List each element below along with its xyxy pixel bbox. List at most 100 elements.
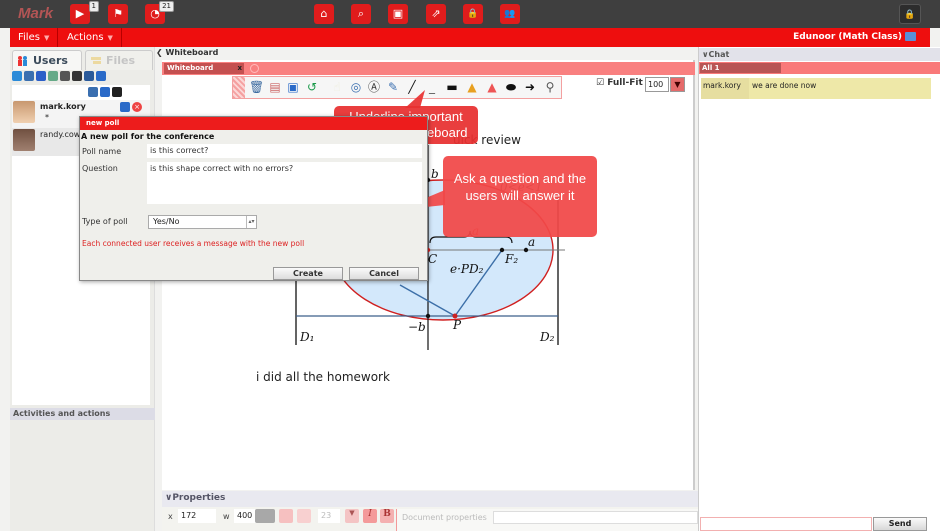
monitor-icon[interactable]	[905, 32, 916, 41]
top-bar: Mark ▶ 1 ⚑ ◔ 21 ⌂ ⌕ ▣ ⇗ 🔒 👥 🔒	[0, 0, 940, 28]
avatar	[13, 129, 35, 151]
toolbar-handle[interactable]	[233, 77, 245, 98]
room-name-label: Edunoor (Math Class)	[793, 32, 902, 42]
padlock-icon: 🔒	[904, 10, 916, 20]
target-icon[interactable]: ◎	[349, 80, 363, 94]
group-button[interactable]: 👥	[500, 4, 520, 24]
tab-users[interactable]: Users	[12, 50, 82, 70]
zoom-input[interactable]: 100	[645, 77, 669, 92]
poll-type-select[interactable]: Yes/No ▴▾	[148, 215, 257, 229]
close-icon[interactable]: x	[237, 63, 242, 74]
mic-blue-icon[interactable]	[96, 71, 106, 81]
whiteboard-panel-title[interactable]: ❮ Whiteboard	[156, 48, 218, 57]
tab-users-label: Users	[33, 54, 68, 67]
undo-icon[interactable]: ↺	[305, 80, 319, 94]
color-swatch[interactable]	[255, 509, 275, 523]
pen-color-icon[interactable]	[279, 509, 293, 523]
chevron-down-icon: ▼	[43, 34, 50, 42]
document-properties: Document properties	[396, 509, 698, 531]
add-tab-icon[interactable]	[250, 64, 259, 73]
app-logo: Mark	[18, 5, 54, 22]
chat-input[interactable]	[700, 517, 872, 531]
remove-user-icon[interactable]: ×	[132, 102, 142, 112]
play-icon: ▶	[75, 7, 85, 20]
trash-icon[interactable]: 🗑	[249, 80, 264, 94]
play-button[interactable]: ▶ 1	[70, 1, 99, 24]
font-size-dropdown-icon[interactable]: ▼	[345, 509, 359, 523]
group-icon: 👥	[504, 9, 516, 19]
font-size-input[interactable]: 23	[318, 509, 340, 523]
document-properties-select[interactable]	[493, 511, 698, 524]
chat-message-user: mark.kory	[701, 78, 749, 99]
shapes-icon[interactable]: ▲	[465, 80, 479, 94]
ellipse-icon[interactable]: ⬬	[504, 80, 518, 94]
chat-message-text: we are done now	[752, 81, 817, 90]
clipart-icon[interactable]: ▲	[485, 80, 499, 94]
italic-button[interactable]: I	[363, 509, 377, 523]
mic-icon[interactable]	[60, 71, 70, 81]
tab-files[interactable]: Files	[85, 50, 153, 70]
bookmark-button[interactable]: ▣	[388, 4, 408, 24]
draw-rights-icon[interactable]	[88, 87, 98, 97]
cancel-button[interactable]: Cancel	[349, 267, 419, 280]
zoom-dropdown-button[interactable]: ▼	[670, 77, 685, 92]
screen-icon[interactable]	[36, 71, 46, 81]
user-tools-row	[12, 71, 152, 85]
lock-button[interactable]: 🔒	[463, 4, 483, 24]
cam-rights-icon[interactable]	[112, 87, 122, 97]
logout-lock-button[interactable]: 🔒	[899, 4, 921, 24]
whiteboard-tab[interactable]: Whiteboard x	[164, 63, 244, 74]
file-icon[interactable]: ▤	[268, 80, 282, 94]
create-button[interactable]: Create	[273, 267, 343, 280]
bookmark-icon: ▣	[392, 7, 404, 20]
rectangle-icon[interactable]: ▬	[445, 80, 459, 94]
add-user-icon[interactable]	[12, 71, 22, 81]
actions-menu[interactable]: Actions ▼	[59, 28, 122, 47]
mic-all-icon[interactable]	[84, 71, 94, 81]
cursor-icon[interactable]	[48, 71, 58, 81]
globe-button[interactable]: ◔ 21	[145, 1, 174, 24]
label-b: b	[431, 167, 439, 181]
share-button[interactable]: ⇗	[426, 4, 446, 24]
x-label: x	[168, 512, 173, 521]
properties-header[interactable]: ∨Properties	[165, 493, 225, 503]
actions-menu-label: Actions	[67, 32, 104, 43]
label-epd2: e·PD₂	[450, 262, 484, 276]
full-fit-toggle[interactable]: ☑ Full-Fit	[596, 78, 643, 88]
flag-button[interactable]: ⚑	[108, 4, 128, 24]
dialog-title[interactable]: new poll	[80, 117, 427, 130]
save-icon[interactable]: ▣	[286, 80, 300, 94]
checkbox-icon[interactable]: ☑	[596, 78, 607, 88]
hand-icon[interactable]: ☝	[330, 80, 344, 94]
pen-icon[interactable]	[24, 71, 34, 81]
pointer-options-icon[interactable]: ⚲	[543, 80, 557, 94]
chat-tab-all[interactable]: All 1	[700, 63, 781, 73]
chevron-down-icon: ▼	[107, 34, 113, 42]
properties-panel: ∨Properties x 172 w 400 23 ▼ I B Documen…	[162, 491, 698, 531]
camera-icon[interactable]	[72, 71, 82, 81]
files-menu[interactable]: Files ▼	[10, 28, 59, 47]
properties-title: Properties	[172, 493, 226, 503]
mic-rights-icon[interactable]	[100, 87, 110, 97]
whiteboard-tab-label: Whiteboard	[167, 64, 214, 72]
whiteboard-text-homework[interactable]: i did all the homework	[256, 370, 390, 384]
question-textarea[interactable]: is this shape correct with no errors?	[147, 162, 422, 204]
chat-header[interactable]: ∨Chat	[699, 48, 940, 61]
arrow-icon[interactable]: ➜	[523, 80, 537, 94]
search-button[interactable]: ⌕	[351, 4, 371, 24]
user-name: mark.kory	[40, 102, 86, 111]
whiteboard-tab-bar: Whiteboard x	[162, 62, 695, 75]
chat-title: Chat	[708, 50, 730, 59]
home-button[interactable]: ⌂	[314, 4, 334, 24]
send-button[interactable]: Send	[873, 517, 927, 531]
point-f2	[499, 247, 505, 253]
x-input[interactable]: 172	[178, 509, 216, 523]
activities-header: Activities and actions	[10, 408, 155, 420]
home-icon: ⌂	[320, 7, 328, 20]
poll-name-input[interactable]: is this correct?	[147, 144, 422, 158]
mic-icon[interactable]	[120, 102, 130, 112]
user-rights-row	[88, 87, 124, 98]
user-name: randy.cow	[40, 130, 81, 139]
fill-color-icon[interactable]	[297, 509, 311, 523]
bold-button[interactable]: B	[380, 509, 394, 523]
